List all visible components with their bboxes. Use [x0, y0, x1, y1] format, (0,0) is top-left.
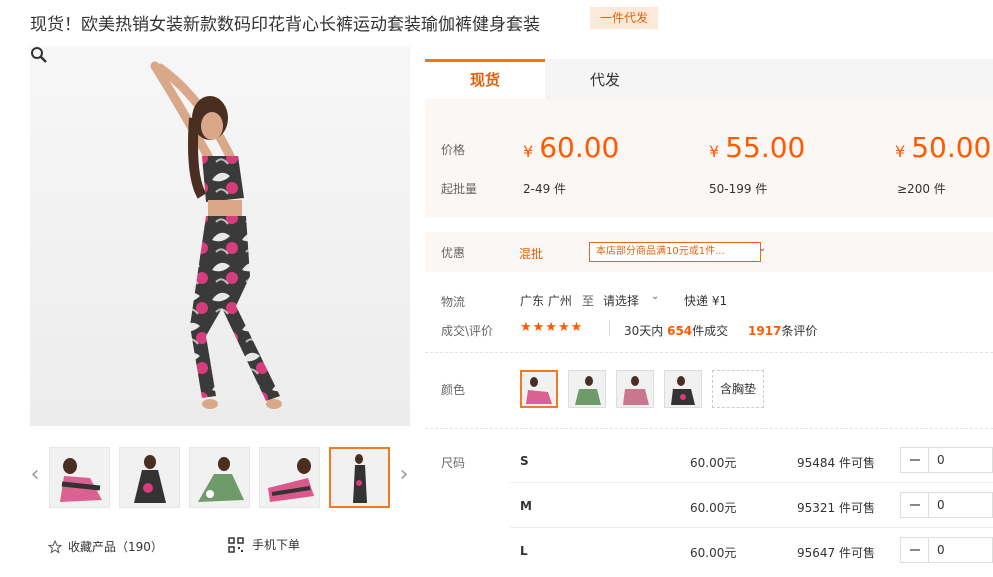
size-l-price: 60.00元 [690, 546, 737, 560]
mobile-order-button[interactable]: 手机下单 [228, 536, 300, 553]
mobile-order-label: 手机下单 [252, 538, 301, 552]
decrement-button[interactable] [901, 448, 929, 472]
color-option-with-pad[interactable]: 含胸垫 [712, 370, 764, 408]
price-panel: 价格 起批量 ¥60.00 2-49 件 ¥55.00 50-199 件 ¥50… [425, 99, 993, 217]
price-tier-3-value: 50.00 [911, 131, 992, 164]
destination-select[interactable]: 请选择 [603, 292, 639, 309]
sales-count: 654 [667, 324, 693, 338]
tab-dropship[interactable]: 代发 [545, 59, 665, 99]
size-s-name: S [520, 454, 529, 468]
size-l-stock: 95647 件可售 [797, 546, 875, 560]
size-m-quantity-stepper: 0 [900, 492, 993, 518]
color-option-1-image [522, 372, 556, 406]
price-tier-1: ¥60.00 [523, 131, 619, 164]
size-m-stock: 95321 件可售 [797, 501, 875, 515]
thumbnail-3[interactable] [189, 447, 250, 508]
color-option-4-image [665, 371, 701, 407]
favorite-label: 收藏产品（190） [68, 540, 163, 554]
size-m-name: M [520, 499, 532, 513]
thumb-next-arrow[interactable]: › [397, 460, 411, 490]
divider [609, 320, 610, 336]
product-title: 现货！欧美热销女装新款数码印花背心长裤运动套装瑜伽裤健身套装 [30, 15, 540, 35]
model-illustration [150, 61, 282, 409]
minus-icon [909, 459, 920, 461]
price-tier-2-range: 50-199 件 [709, 182, 768, 196]
thumbnail-2[interactable] [119, 447, 180, 508]
size-s-quantity-stepper: 0 [900, 447, 993, 473]
tab-in-stock[interactable]: 现货 [425, 59, 545, 99]
price-tier-2-value: 55.00 [725, 131, 806, 164]
zoom-icon[interactable] [30, 46, 48, 64]
color-option-1[interactable] [520, 370, 558, 408]
purchase-mode-tabs: 现货 代发 [425, 59, 993, 99]
color-option-3[interactable] [616, 370, 654, 408]
thumbnail-2-image [120, 448, 179, 507]
color-option-4[interactable] [664, 370, 702, 408]
price-tier-2: ¥55.00 [709, 131, 805, 164]
thumb-prev-arrow[interactable]: ‹ [28, 460, 42, 490]
size-label: 尺码 [441, 456, 466, 470]
size-s-price: 60.00元 [690, 456, 737, 470]
sales-summary: 30天内 654件成交 [624, 322, 728, 339]
qr-code-icon [228, 536, 244, 553]
divider [510, 482, 993, 483]
decrement-button[interactable] [901, 493, 929, 517]
minus-icon [909, 504, 920, 506]
review-count: 1917 [748, 324, 782, 338]
quantity-input[interactable]: 0 [929, 493, 945, 517]
quantity-input[interactable]: 0 [929, 538, 945, 562]
star-outline-icon [48, 539, 62, 554]
logistics-label: 物流 [441, 295, 466, 309]
price-tier-1-range: 2-49 件 [523, 182, 567, 196]
divider [425, 428, 993, 429]
dropship-badge[interactable]: 一件代发 [590, 7, 658, 29]
moq-label: 起批量 [441, 182, 478, 196]
decrement-button[interactable] [901, 538, 929, 562]
thumbnail-5-image [331, 449, 388, 506]
review-suffix: 条评价 [781, 324, 818, 338]
thumbnail-4-image [260, 448, 319, 507]
price-label: 价格 [441, 143, 466, 157]
minus-icon [909, 549, 920, 551]
promotion-row: 优惠 混批 本店部分商品满10元或1件... ⌄ [425, 232, 993, 272]
thumbnail-5[interactable] [329, 447, 390, 508]
favorite-product-button[interactable]: 收藏产品（190） [48, 538, 163, 555]
size-l-name: L [520, 544, 528, 558]
size-m-price: 60.00元 [690, 501, 737, 515]
quantity-input[interactable]: 0 [929, 448, 945, 472]
promo-detail[interactable]: 本店部分商品满10元或1件... [589, 242, 761, 262]
sales-prefix: 30天内 [624, 324, 664, 338]
size-s-stock: 95484 件可售 [797, 456, 875, 470]
price-tier-3: ¥50.00 [895, 131, 991, 164]
divider [510, 527, 993, 528]
color-option-2[interactable] [568, 370, 606, 408]
price-tier-3-range: ≥200 件 [897, 182, 946, 196]
logistics-origin: 广东 广州 [520, 294, 572, 308]
promo-label: 优惠 [441, 246, 466, 260]
size-l-quantity-stepper: 0 [900, 537, 993, 563]
currency-symbol: ¥ [523, 142, 534, 161]
price-tier-1-value: 60.00 [539, 131, 620, 164]
thumbnail-1-image [50, 448, 109, 507]
color-label: 颜色 [441, 383, 466, 397]
currency-symbol: ¥ [709, 142, 720, 161]
promo-expand-icon[interactable]: ⌄ [758, 243, 766, 254]
review-summary[interactable]: 1917条评价 [748, 322, 817, 339]
thumbnail-3-image [190, 448, 249, 507]
thumbnail-1[interactable] [49, 447, 110, 508]
rating-stars: ★★★★★ [520, 320, 584, 335]
thumbnail-4[interactable] [259, 447, 320, 508]
sales-suffix: 件成交 [692, 324, 729, 338]
color-option-3-image [617, 371, 653, 407]
destination-chevron-icon[interactable]: ⌄ [651, 291, 659, 302]
promo-tag: 混批 [519, 247, 544, 261]
divider [425, 352, 993, 353]
reviews-label: 成交\评价 [441, 324, 494, 338]
color-option-2-image [569, 371, 605, 407]
main-product-image[interactable] [30, 46, 410, 426]
currency-symbol: ¥ [895, 142, 906, 161]
express-fee: 快递 ¥1 [684, 294, 728, 308]
logistics-to: 至 [582, 294, 595, 308]
